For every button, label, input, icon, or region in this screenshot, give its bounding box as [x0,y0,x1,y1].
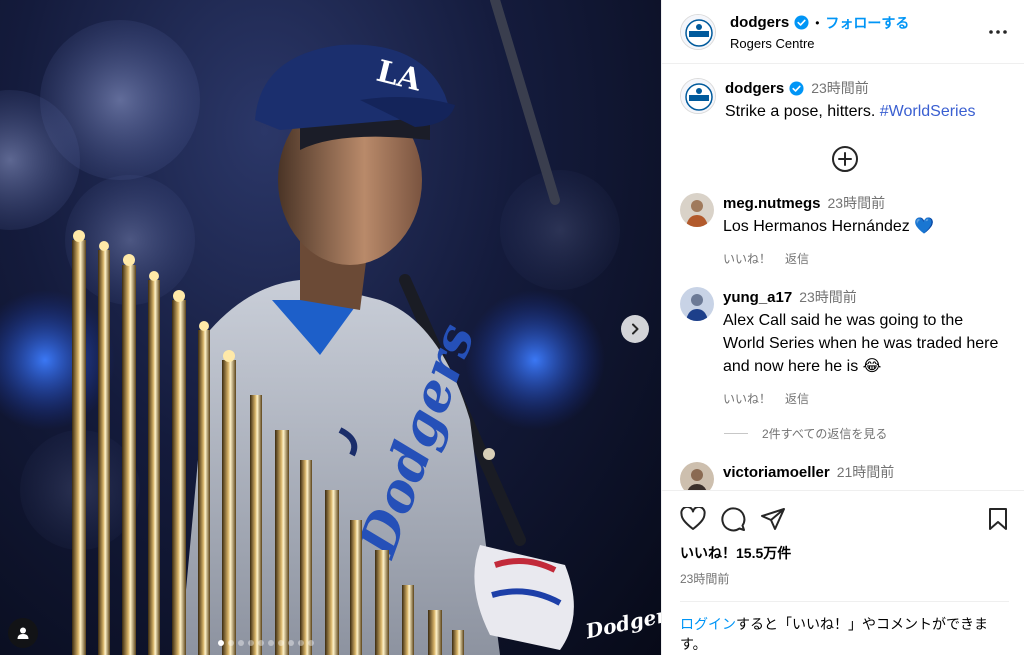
more-options-button[interactable] [984,29,1008,35]
tagged-users-button[interactable] [8,618,38,648]
avatar-photo-icon [680,193,714,227]
comment-username[interactable]: meg.nutmegs [723,195,821,212]
comment-item: yung_a17 23時間前 Alex Call said he was goi… [680,287,1009,407]
verified-badge-icon [789,80,804,96]
post-timestamp[interactable]: 23時間前 [680,570,1009,587]
load-more-comments-button[interactable] [680,145,1009,173]
caption-body: Strike a pose, hitters. [725,103,876,120]
carousel-dot [248,640,254,646]
comment-username[interactable]: victoriamoeller [723,464,830,481]
header-separator: • [815,15,820,30]
carousel-dot [238,640,244,646]
post-header: dodgers • フォローする Rogers Centre [662,0,1024,64]
chevron-right-icon [632,323,639,335]
post-footer: いいね！15.5万件 23時間前 ログインすると「いいね！」やコメントができます… [662,490,1024,655]
comment-text: Los Hermanos Hernández 💙 [723,218,935,235]
more-options-icon [989,29,1007,34]
login-prompt: ログインすると「いいね！」やコメントができます。 [680,601,1009,654]
like-count[interactable]: いいね！15.5万件 [680,543,1009,563]
comment-time[interactable]: 23時間前 [799,287,857,307]
bookmark-icon [989,508,1007,530]
account-avatar[interactable] [680,13,716,50]
comment-item: victoriamoeller 21時間前 [680,462,1009,490]
verified-badge-icon [794,15,809,30]
carousel-indicators [218,640,314,646]
comment-button[interactable] [720,506,746,532]
commenter-avatar[interactable] [680,287,714,321]
carousel-dot [218,640,224,646]
commenter-avatar[interactable] [680,462,714,490]
caption-hashtag[interactable]: #WorldSeries [880,103,976,120]
avatar-photo-icon [680,462,714,490]
save-button[interactable] [987,507,1009,531]
next-photo-button[interactable] [621,315,649,343]
comments-list[interactable]: dodgers 23時間前 Strike a pose, hitters. #W… [662,64,1024,490]
caption-username[interactable]: dodgers [725,80,784,97]
like-button[interactable] [680,507,706,531]
comment-time[interactable]: 21時間前 [837,462,895,482]
comment-text: Alex Call said he was going to the World… [723,312,999,375]
heart-icon [680,507,706,530]
carousel-dot [288,640,294,646]
post-photo[interactable]: Dodgers LA Dodgers [0,0,661,655]
caption-time[interactable]: 23時間前 [811,78,869,98]
share-button[interactable] [760,507,786,531]
replies-divider [724,433,748,434]
instagram-post: Dodgers LA Dodgers dodgers • フォローする Roge… [0,0,1024,655]
avatar-photo-icon [680,287,714,321]
share-icon [761,508,785,530]
comment-like-button[interactable]: いいね！ [723,390,771,407]
user-tag-icon [17,627,29,639]
dodgers-logo-icon [681,79,715,113]
carousel-dot [268,640,274,646]
comment-item: meg.nutmegs 23時間前 Los Hermanos Hernández… [680,193,1009,267]
comment-username[interactable]: yung_a17 [723,289,792,306]
comment-icon [721,507,746,532]
carousel-dot [258,640,264,646]
follow-button[interactable]: フォローする [825,13,909,33]
post-caption: dodgers 23時間前 Strike a pose, hitters. #W… [680,78,1009,123]
comment-reply-button[interactable]: 返信 [785,390,809,407]
post-location[interactable]: Rogers Centre [730,36,984,51]
caption-text: Strike a pose, hitters. #WorldSeries [725,100,976,123]
comment-time[interactable]: 23時間前 [828,193,886,213]
carousel-dot [278,640,284,646]
login-link[interactable]: ログイン [680,616,736,632]
comment-reply-button[interactable]: 返信 [785,250,809,267]
view-replies-button[interactable]: 2件すべての返信を見る [724,425,1009,442]
photo-illustration: Dodgers LA [0,0,620,655]
carousel-dot [298,640,304,646]
post-actions [680,491,1009,547]
commenter-avatar[interactable] [680,193,714,227]
account-username[interactable]: dodgers [730,14,789,31]
view-replies-label: 2件すべての返信を見る [762,427,888,441]
post-side-panel: dodgers • フォローする Rogers Centre dodgers 2… [661,0,1024,655]
dodgers-logo-icon [681,14,715,49]
add-circle-icon [831,146,858,172]
carousel-dot [308,640,314,646]
carousel-dot [228,640,234,646]
comment-like-button[interactable]: いいね！ [723,250,771,267]
caption-avatar[interactable] [680,78,716,114]
